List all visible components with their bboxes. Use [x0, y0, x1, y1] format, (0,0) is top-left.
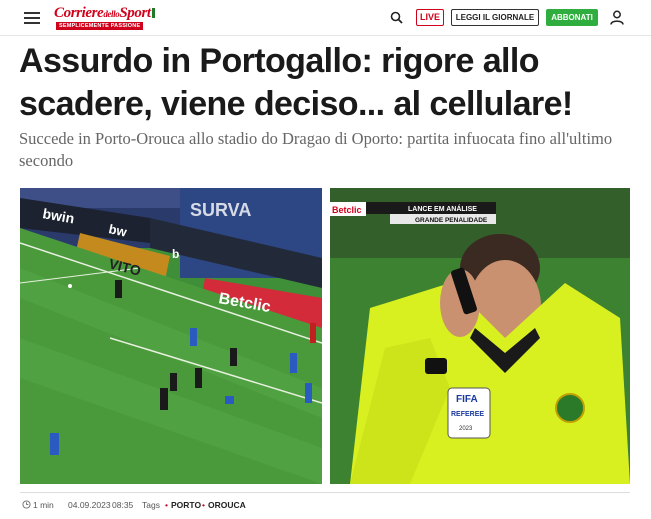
logo-flag-icon	[151, 8, 155, 18]
tag-porto[interactable]: PORTO	[171, 500, 201, 510]
logo-main-word: Corriere	[54, 5, 104, 21]
fifa-badge-text: FIFA	[456, 394, 478, 405]
var-title: LANCE EM ANÁLISE	[408, 204, 477, 213]
user-icon[interactable]	[610, 10, 624, 25]
logo-tagline: SEMPLICEMENTE PASSIONE	[56, 22, 144, 30]
menu-icon[interactable]	[24, 12, 40, 24]
tag-dot: •	[202, 500, 205, 510]
article-title: Assurdo in Portogallo: rigore allo scade…	[19, 42, 573, 123]
article-subtitle: Succede in Porto-Orouca allo stadio do D…	[19, 129, 613, 170]
badge-year: 2023	[459, 426, 473, 432]
referee-badge-text: REFEREE	[451, 411, 484, 418]
logo-small-word: dello	[103, 9, 120, 19]
ad-surva: SURVA	[190, 200, 251, 220]
var-subtitle: GRANDE PENALIDADE	[415, 217, 488, 224]
ad-b: b	[172, 247, 179, 261]
logo-end-word: Sport	[119, 5, 151, 21]
referee-photo: Betclic LANCE EM ANÁLISE GRANDE PENALIDA…	[330, 188, 630, 484]
tag-dot: •	[165, 500, 168, 510]
broadcast-logo: Betclic	[332, 205, 362, 215]
tag-orouca[interactable]: OROUCA	[208, 500, 246, 510]
live-button[interactable]: LIVE	[416, 9, 444, 26]
clock-icon	[22, 500, 31, 509]
site-header: CorrieredelloSport SEMPLICEMENTE PASSION…	[0, 0, 651, 36]
referee-illustration: Betclic LANCE EM ANÁLISE GRANDE PENALIDA…	[330, 188, 630, 484]
publish-date: 04.09.2023	[68, 500, 111, 510]
article-meta: 1 min 04.09.2023 08:35 Tags • PORTO • OR…	[20, 492, 630, 516]
publish-time: 08:35	[112, 500, 134, 510]
match-photo: bwin VITO Betclic bw b SURVA	[20, 188, 322, 484]
pitch-illustration: bwin VITO Betclic bw b SURVA	[20, 188, 322, 484]
read-time: 1 min	[33, 500, 54, 510]
site-logo[interactable]: CorrieredelloSport SEMPLICEMENTE PASSION…	[54, 5, 158, 31]
read-newspaper-button[interactable]: LEGGI IL GIORNALE	[451, 9, 539, 26]
tags-label: Tags	[142, 500, 160, 510]
subscribe-button[interactable]: ABBONATI	[546, 9, 598, 26]
logo-text: CorrieredelloSport	[54, 5, 155, 22]
search-icon[interactable]	[390, 11, 403, 24]
